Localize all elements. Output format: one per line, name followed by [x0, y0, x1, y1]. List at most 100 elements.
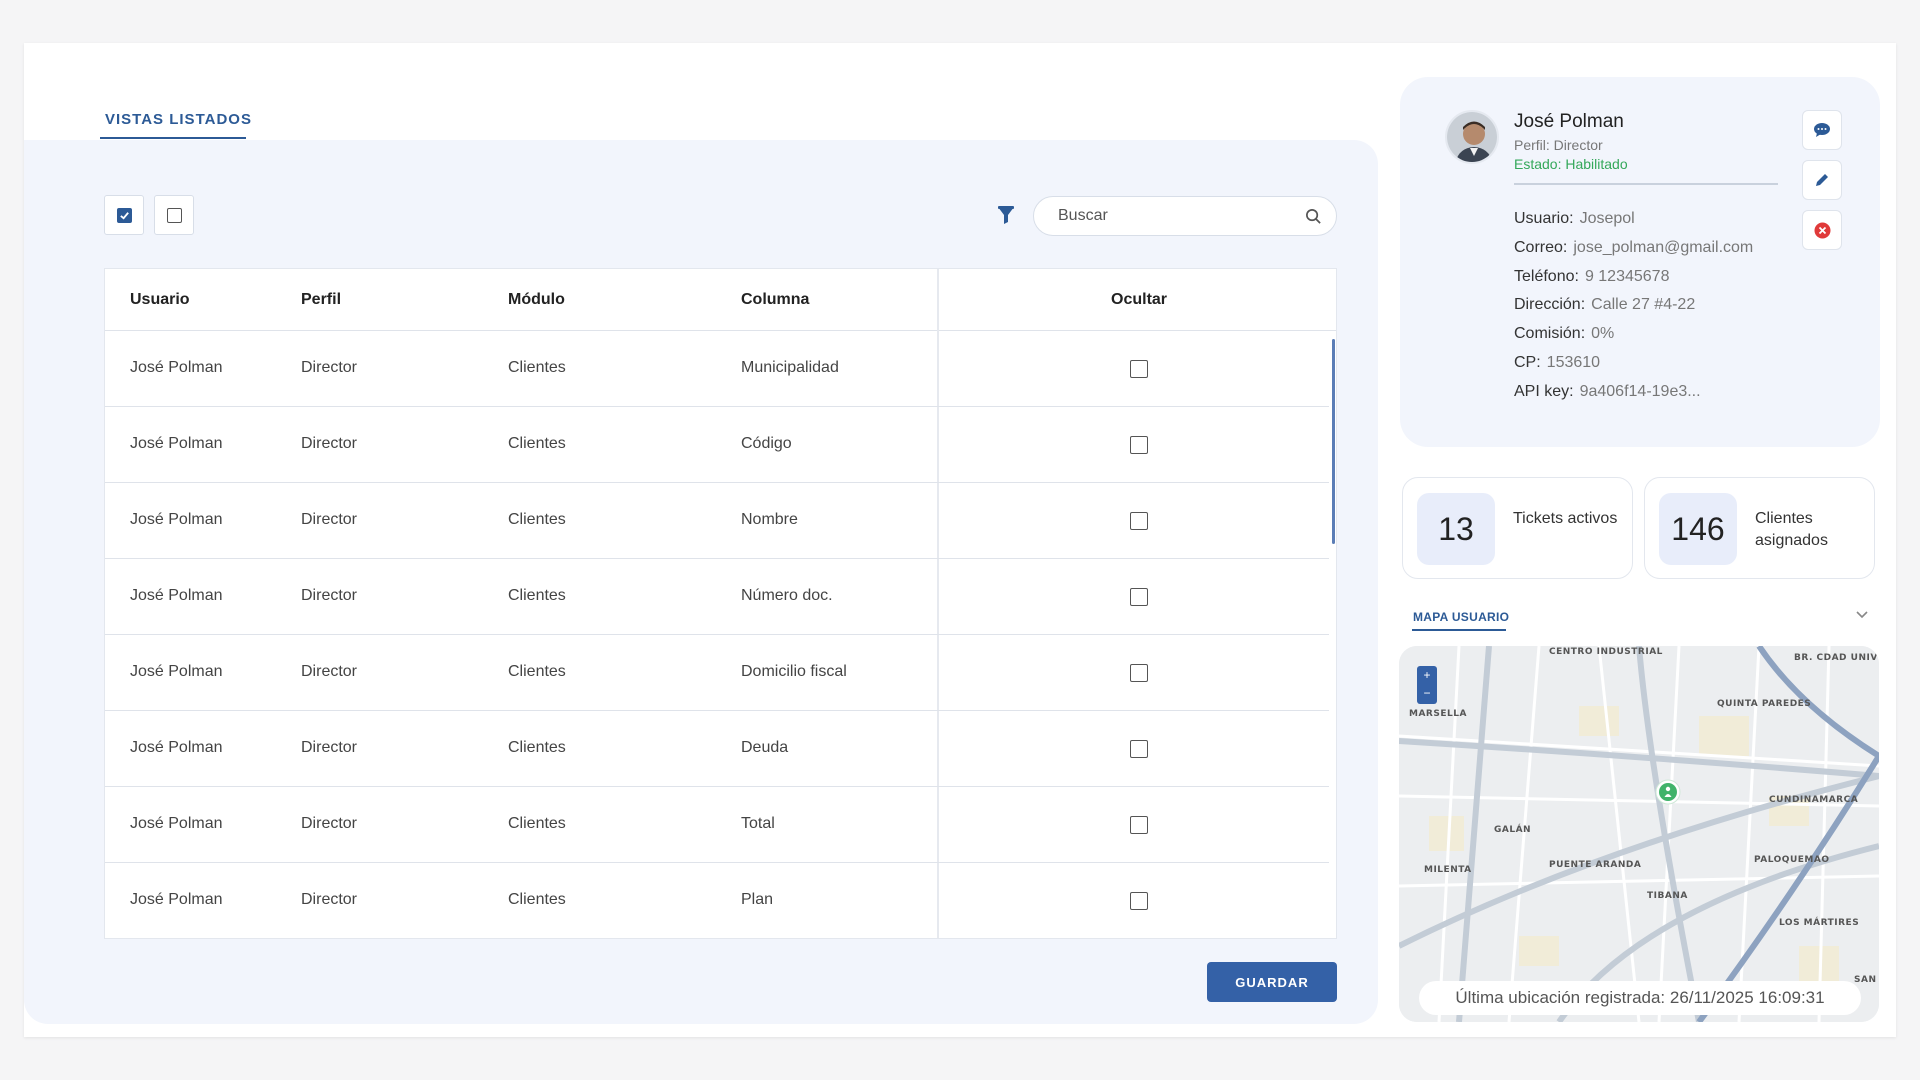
filter-icon[interactable]	[996, 204, 1016, 226]
info-key: Correo:	[1514, 239, 1568, 256]
info-value: 153610	[1546, 354, 1601, 371]
hide-checkbox[interactable]	[1130, 664, 1148, 682]
info-key: CP:	[1514, 354, 1541, 371]
map-label: SAN VI	[1854, 975, 1879, 985]
header-perfil[interactable]: Perfil	[301, 291, 341, 309]
info-cp: CP: 153610	[1514, 354, 1600, 372]
map-label: PUENTE ARANDA	[1549, 860, 1641, 870]
profile-name: José Polman	[1514, 111, 1624, 132]
cell-modulo: Clientes	[508, 891, 566, 908]
edit-button[interactable]	[1802, 160, 1842, 200]
stat-label: Tickets activos	[1513, 510, 1618, 527]
hide-checkbox[interactable]	[1130, 588, 1148, 606]
hide-checkbox[interactable]	[1130, 816, 1148, 834]
search-box	[1033, 196, 1337, 236]
cell-perfil: Director	[301, 891, 358, 908]
hide-checkbox[interactable]	[1130, 740, 1148, 758]
deselect-all-button[interactable]	[154, 195, 194, 235]
map-label: BR. CDAD UNIVERSITARIA	[1794, 653, 1879, 663]
hide-checkbox[interactable]	[1130, 436, 1148, 454]
info-key: API key:	[1514, 383, 1574, 400]
cell-modulo: Clientes	[508, 663, 566, 680]
cell-modulo: Clientes	[508, 359, 566, 376]
cell-modulo: Clientes	[508, 815, 566, 832]
info-value: 9 12345678	[1584, 268, 1670, 285]
tab-mapa-usuario[interactable]: MAPA USUARIO	[1413, 610, 1509, 624]
info-value: 0%	[1591, 325, 1615, 342]
table-scrollbar[interactable]	[1332, 339, 1335, 544]
stat-value: 13	[1417, 493, 1495, 565]
profile-status: Estado: Habilitado	[1514, 156, 1628, 172]
header-ocultar[interactable]: Ocultar	[1111, 291, 1167, 309]
cell-columna: Total	[741, 815, 775, 832]
info-value: 9a406f14-19e3...	[1579, 383, 1701, 400]
cell-usuario: José Polman	[130, 359, 223, 376]
select-all-button[interactable]	[104, 195, 144, 235]
map-label: QUINTA PAREDES	[1717, 699, 1811, 709]
table-row: José Polman Director Clientes Nombre	[105, 483, 1329, 559]
map-zoom-control[interactable]: + −	[1417, 666, 1437, 704]
cell-usuario: José Polman	[130, 815, 223, 832]
delete-button[interactable]	[1802, 210, 1842, 250]
map-label: CENTRO INDUSTRIAL	[1549, 647, 1663, 657]
empty-checkbox-icon	[166, 207, 182, 223]
cell-perfil: Director	[301, 359, 358, 376]
map-tiles: CENTRO INDUSTRIAL BR. CDAD UNIVERSITARIA…	[1399, 646, 1879, 1022]
hide-checkbox[interactable]	[1130, 512, 1148, 530]
cell-columna: Domicilio fiscal	[741, 663, 847, 680]
cell-columna: Nombre	[741, 511, 798, 528]
table-header: Usuario Perfil Módulo Columna Ocultar	[105, 269, 1336, 331]
columns-table: Usuario Perfil Módulo Columna Ocultar Jo…	[104, 268, 1337, 939]
info-correo: Correo: jose_polman@gmail.com	[1514, 239, 1753, 257]
info-key: Comisión:	[1514, 325, 1586, 342]
zoom-out-button[interactable]: −	[1417, 684, 1437, 702]
search-input[interactable]	[1058, 197, 1298, 235]
info-key: Teléfono:	[1514, 268, 1579, 285]
info-value: Josepol	[1579, 210, 1635, 227]
cell-columna: Número doc.	[741, 587, 833, 604]
info-key: Dirección:	[1514, 296, 1586, 313]
cell-columna: Código	[741, 435, 792, 452]
cell-perfil: Director	[301, 739, 358, 756]
cell-modulo: Clientes	[508, 587, 566, 604]
map-label: CUNDINAMARCA	[1769, 795, 1858, 805]
header-columna[interactable]: Columna	[741, 291, 809, 309]
info-telefono: Teléfono: 9 12345678	[1514, 268, 1669, 286]
hide-checkbox[interactable]	[1130, 360, 1148, 378]
cell-usuario: José Polman	[130, 587, 223, 604]
avatar	[1445, 110, 1499, 164]
cell-modulo: Clientes	[508, 739, 566, 756]
table-row: José Polman Director Clientes Municipali…	[105, 331, 1329, 407]
last-location-caption: Última ubicación registrada: 26/11/2025 …	[1419, 981, 1861, 1015]
location-pin-icon[interactable]	[1655, 779, 1681, 805]
info-comision: Comisión: 0%	[1514, 325, 1614, 343]
chat-button[interactable]	[1802, 110, 1842, 150]
save-button[interactable]: GUARDAR	[1207, 962, 1337, 1002]
chat-icon	[1814, 123, 1830, 137]
cell-perfil: Director	[301, 587, 358, 604]
header-usuario[interactable]: Usuario	[130, 291, 190, 309]
map-label: TIBANA	[1647, 891, 1688, 901]
map-label: LOS MÁRTIRES	[1779, 916, 1859, 928]
chevron-down-icon[interactable]	[1855, 610, 1869, 620]
cell-usuario: José Polman	[130, 663, 223, 680]
map-label: MILENTA	[1424, 865, 1472, 875]
search-icon[interactable]	[1305, 208, 1322, 225]
stat-value: 146	[1659, 493, 1737, 565]
checked-checkbox-icon	[116, 207, 132, 223]
cell-perfil: Director	[301, 815, 358, 832]
map-tab-underline	[1412, 629, 1506, 631]
cell-columna: Municipalidad	[741, 359, 839, 376]
user-map[interactable]: CENTRO INDUSTRIAL BR. CDAD UNIVERSITARIA…	[1399, 646, 1879, 1022]
tab-vistas-listados[interactable]: VISTAS LISTADOS	[105, 111, 252, 128]
info-value: jose_polman@gmail.com	[1573, 239, 1754, 256]
cell-usuario: José Polman	[130, 891, 223, 908]
info-api-key: API key: 9a406f14-19e3...	[1514, 383, 1701, 401]
zoom-in-button[interactable]: +	[1417, 666, 1437, 684]
info-usuario: Usuario: Josepol	[1514, 210, 1635, 228]
cell-columna: Deuda	[741, 739, 789, 756]
hide-checkbox[interactable]	[1130, 892, 1148, 910]
cell-perfil: Director	[301, 663, 358, 680]
table-row: José Polman Director Clientes Número doc…	[105, 559, 1329, 635]
header-modulo[interactable]: Módulo	[508, 291, 565, 309]
